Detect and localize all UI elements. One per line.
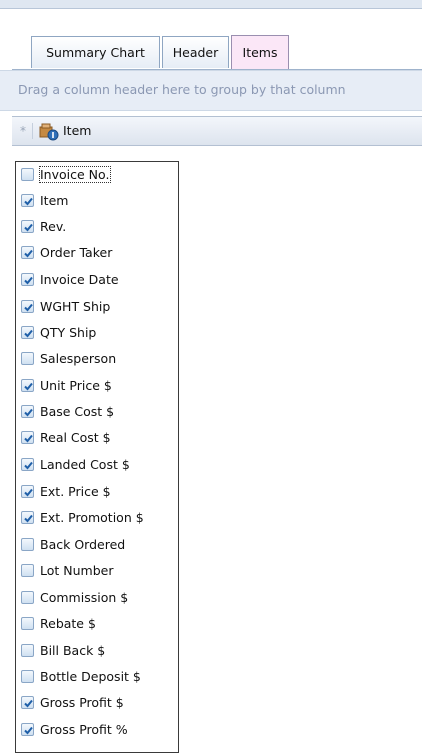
tab-label: Items	[242, 45, 278, 60]
column-chooser-button[interactable]	[38, 121, 60, 141]
check-icon	[24, 726, 33, 734]
menu-item-label: Lot Number	[40, 562, 114, 578]
tab-summary-chart[interactable]: Summary Chart	[31, 36, 160, 68]
column-header-item[interactable]: Item	[63, 123, 91, 138]
menu-item-qty-ship[interactable]: QTY Ship	[18, 321, 176, 343]
checkbox[interactable]	[21, 563, 34, 577]
check-icon	[24, 434, 33, 442]
menu-item-commission[interactable]: Commission $	[18, 586, 176, 608]
menu-item-label: Unit Price $	[40, 377, 112, 393]
menu-item-ext-promotion[interactable]: Ext. Promotion $	[18, 506, 176, 528]
menu-item-label: Ext. Price $	[40, 483, 111, 499]
menu-item-lot-number[interactable]: Lot Number	[18, 559, 176, 581]
checkbox[interactable]	[21, 695, 34, 709]
menu-item-landed-cost[interactable]: Landed Cost $	[18, 453, 176, 475]
menu-item-wght-ship[interactable]: WGHT Ship	[18, 295, 176, 317]
check-icon	[24, 699, 33, 707]
menu-item-label: Ext. Promotion $	[40, 509, 144, 525]
menu-item-gross-profit-amount[interactable]: Gross Profit $	[18, 691, 176, 713]
top-border	[0, 0, 422, 9]
check-icon	[24, 197, 33, 205]
checkbox[interactable]	[21, 167, 34, 181]
menu-item-label: Gross Profit %	[40, 721, 128, 737]
menu-item-label: Invoice Date	[40, 271, 119, 287]
tab-items[interactable]: Items	[231, 35, 289, 69]
tab-label: Header	[172, 45, 219, 60]
menu-item-label: Landed Cost $	[40, 456, 130, 472]
checkbox[interactable]	[21, 590, 34, 604]
check-icon	[24, 276, 33, 284]
menu-item-ext-price[interactable]: Ext. Price $	[18, 480, 176, 502]
checkbox[interactable]	[21, 245, 34, 259]
checkbox[interactable]	[21, 325, 34, 339]
checkbox[interactable]	[21, 537, 34, 551]
check-icon	[24, 223, 33, 231]
checkbox[interactable]	[21, 219, 34, 233]
menu-item-back-ordered[interactable]: Back Ordered	[18, 533, 176, 555]
checkbox[interactable]	[21, 378, 34, 392]
menu-item-invoice-date[interactable]: Invoice Date	[18, 268, 176, 290]
check-icon	[24, 488, 33, 496]
menu-item-label: Real Cost $	[40, 429, 111, 445]
menu-item-gross-profit-percent[interactable]: Gross Profit %	[18, 718, 176, 740]
checkbox[interactable]	[21, 457, 34, 471]
check-icon	[24, 303, 33, 311]
checkbox[interactable]	[21, 272, 34, 286]
menu-item-real-cost[interactable]: Real Cost $	[18, 426, 176, 448]
check-icon	[24, 408, 33, 416]
tab-header[interactable]: Header	[162, 36, 229, 68]
menu-item-rebate[interactable]: Rebate $	[18, 612, 176, 634]
menu-item-label: QTY Ship	[40, 324, 97, 340]
menu-item-label: Rev.	[40, 218, 67, 234]
check-icon	[24, 329, 33, 337]
checkbox[interactable]	[21, 351, 34, 365]
check-icon	[24, 249, 33, 257]
checkbox[interactable]	[21, 404, 34, 418]
check-icon	[24, 382, 33, 390]
grid-column-header-row: * Item	[12, 116, 422, 146]
checkbox[interactable]	[21, 193, 34, 207]
new-row-marker: *	[14, 123, 33, 139]
checkbox[interactable]	[21, 484, 34, 498]
menu-item-label: Rebate $	[40, 615, 96, 631]
tab-label: Summary Chart	[46, 45, 145, 60]
menu-item-label: Gross Profit $	[40, 694, 124, 710]
menu-item-label: Commission $	[40, 589, 129, 605]
checkbox[interactable]	[21, 616, 34, 630]
menu-item-bill-back[interactable]: Bill Back $	[18, 639, 176, 661]
item-column-icon	[39, 123, 59, 141]
menu-item-label: Invoice No.	[38, 165, 112, 183]
menu-item-order-taker[interactable]: Order Taker	[18, 241, 176, 263]
menu-item-label: Back Ordered	[40, 536, 126, 552]
checkbox[interactable]	[21, 510, 34, 524]
menu-item-unit-price[interactable]: Unit Price $	[18, 374, 176, 396]
check-icon	[24, 514, 33, 522]
menu-item-invoice-no[interactable]: Invoice No.	[18, 163, 176, 185]
menu-item-label: Order Taker	[40, 244, 113, 260]
tab-strip: Summary Chart Header Items	[0, 9, 422, 70]
menu-item-rev[interactable]: Rev.	[18, 215, 176, 237]
menu-item-label: Base Cost $	[40, 403, 115, 419]
checkbox[interactable]	[21, 722, 34, 736]
check-icon	[24, 461, 33, 469]
menu-item-label: Salesperson	[40, 350, 117, 366]
group-by-panel[interactable]: Drag a column header here to group by th…	[0, 70, 422, 111]
menu-item-label: WGHT Ship	[40, 298, 111, 314]
menu-item-base-cost[interactable]: Base Cost $	[18, 400, 176, 422]
checkbox[interactable]	[21, 430, 34, 444]
menu-item-label: Item	[40, 192, 69, 208]
menu-item-label: Bill Back $	[40, 642, 106, 658]
checkbox[interactable]	[21, 299, 34, 313]
column-chooser-menu: Invoice No. Item Rev. Order Taker Invoic…	[15, 161, 179, 753]
menu-item-bottle-deposit[interactable]: Bottle Deposit $	[18, 665, 176, 687]
menu-item-label: Bottle Deposit $	[40, 668, 141, 684]
group-by-hint: Drag a column header here to group by th…	[18, 82, 346, 97]
menu-item-item[interactable]: Item	[18, 189, 176, 211]
checkbox[interactable]	[21, 669, 34, 683]
menu-item-salesperson[interactable]: Salesperson	[18, 347, 176, 369]
checkbox[interactable]	[21, 643, 34, 657]
